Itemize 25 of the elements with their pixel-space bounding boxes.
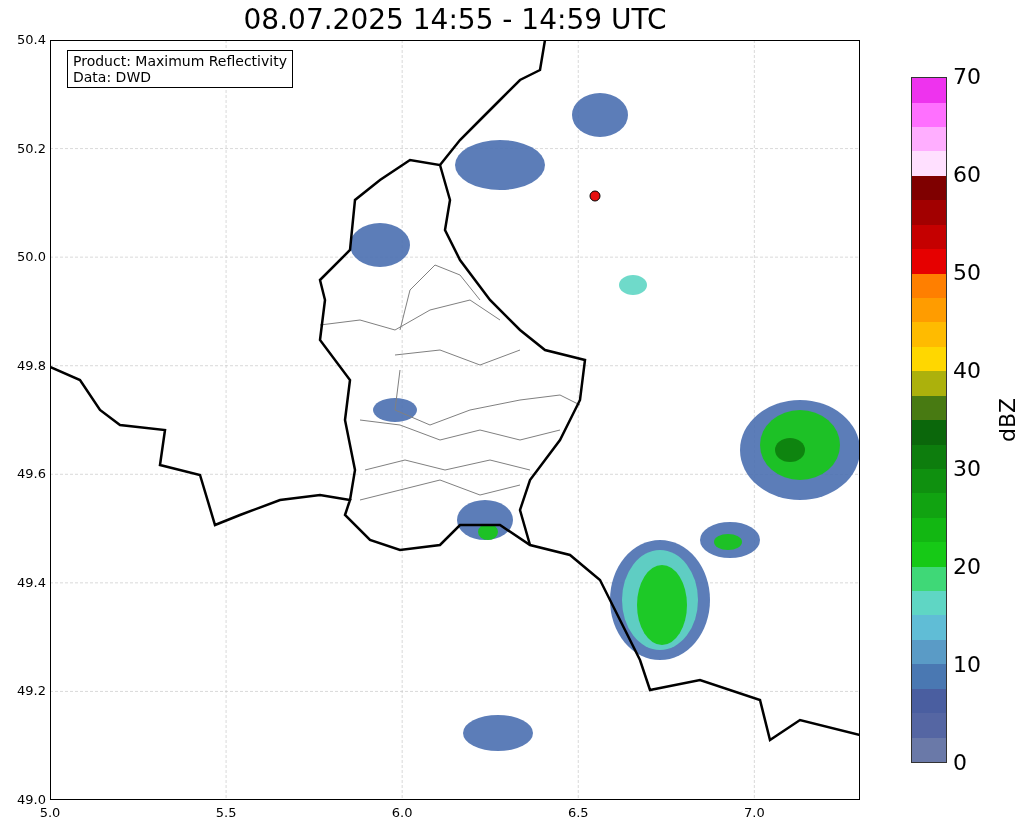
chart-title: 08.07.2025 14:55 - 14:59 UTC <box>243 6 667 34</box>
colorbar-tick-label: 50 <box>953 262 981 284</box>
colorbar-tick-label: 20 <box>953 556 981 578</box>
x-tick-label: 7.0 <box>744 806 765 819</box>
y-tick-label: 50.0 <box>17 250 46 264</box>
y-tick-label: 49.4 <box>17 575 46 589</box>
colorbar-tick-label: 30 <box>953 458 981 480</box>
colorbar-label: dBZ <box>997 397 1019 443</box>
x-tick-label: 6.5 <box>567 806 589 819</box>
y-tick-label: 50.2 <box>17 141 46 155</box>
colorbar-tick-label: 0 <box>953 752 967 774</box>
y-tick-label: 50.4 <box>17 33 46 46</box>
x-tick-label: 5.5 <box>215 806 237 819</box>
y-tick-label: 49.0 <box>17 793 46 806</box>
colorbar-tick-label: 70 <box>953 66 981 88</box>
x-tick-label: 5.0 <box>39 806 61 819</box>
legend-text: Data: DWD <box>73 69 152 85</box>
colorbar-tick-label: 60 <box>953 164 981 186</box>
colorbar-tick-label: 10 <box>953 654 981 676</box>
y-tick-label: 49.2 <box>17 684 46 698</box>
x-tick-label: 6.0 <box>391 806 413 819</box>
y-tick-label: 49.6 <box>17 467 46 481</box>
legend-text: Product: Maximum Reflectivity <box>73 53 287 69</box>
y-tick-label: 49.8 <box>17 358 46 372</box>
colorbar-tick-label: 40 <box>953 360 981 382</box>
